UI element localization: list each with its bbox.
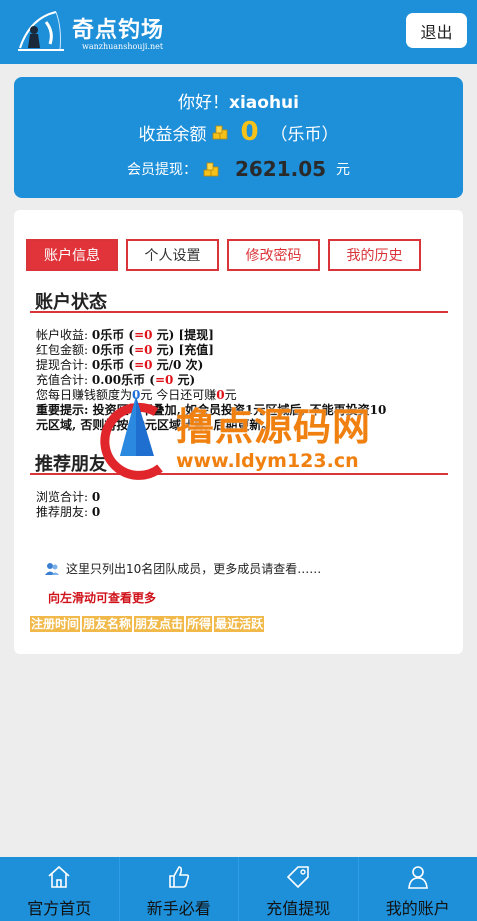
balance-value: 0 [240, 117, 259, 147]
stat-recharge-total: 充值合计: 0.00乐币 (=0 元) [36, 373, 196, 387]
bottom-nav: 官方首页 新手必看 充值提现 我的账户 [0, 857, 477, 921]
team-note: 这里只列出10名团队成员，更多成员请查看…… [44, 560, 321, 577]
nav-beginner-guide[interactable]: 新手必看 [120, 857, 239, 921]
nav-label: 充值提现 [266, 899, 331, 918]
tag-icon [287, 866, 310, 889]
balance-label: 收益余额 [138, 124, 207, 145]
section-divider [30, 473, 448, 475]
site-logo[interactable]: 奇点钓场 wanzhuanshouji.net [16, 8, 166, 58]
stat-account-earnings: 帐户收益: 0乐币 (=0 元) [提现] [36, 328, 214, 342]
nav-recharge-withdraw[interactable]: 充值提现 [239, 857, 359, 921]
user-icon [407, 866, 428, 889]
team-note-text: 这里只列出10名团队成员，更多成员请查看…… [66, 562, 322, 576]
tab-personal-settings[interactable]: 个人设置 [126, 239, 219, 271]
nav-label: 官方首页 [27, 899, 92, 918]
home-icon [48, 865, 70, 888]
swipe-hint: 向左滑动可查看更多 [48, 591, 157, 605]
nav-label: 我的账户 [385, 899, 450, 918]
tab-my-history[interactable]: 我的历史 [328, 239, 421, 271]
table-header-last-active[interactable]: 最近活跃 [214, 616, 265, 632]
stat-red-packet: 红包金额: 0乐币 (=0 元) [充值] [36, 343, 214, 357]
important-notice-line2: 元区域, 否则将按10元区域计算, 后期更新。 [36, 418, 274, 432]
account-main-card: 账户信息 个人设置 修改密码 我的历史 账户状态 帐户收益: 0乐币 (=0 元… [14, 210, 463, 654]
balance-row: 收益余额 0 （乐币） [14, 117, 463, 147]
username: xiaohui [229, 93, 299, 113]
tab-change-password[interactable]: 修改密码 [227, 239, 320, 271]
greeting: 你好！xiaohui [14, 88, 463, 113]
stat-daily-quota: 您每日赚钱额度为0元 今日还可赚0元 [36, 388, 237, 402]
logout-button[interactable]: 退出 [406, 13, 467, 48]
logo-text: 奇点钓场 [72, 17, 165, 43]
nav-label: 新手必看 [146, 899, 211, 918]
nav-my-account[interactable]: 我的账户 [359, 857, 477, 921]
coin-stack-icon [203, 162, 219, 177]
table-header-friend-clicks[interactable]: 朋友点击 [134, 616, 185, 632]
important-notice-line1: 重要提示: 投资区域不叠加, 如会员投资1元区域后, 不能再投资10 [36, 403, 387, 417]
stat-withdraw-total: 提现合计: 0乐币 (=0 元/0 次) [36, 358, 204, 372]
stat-recommended-friends: 推荐朋友: 0 [36, 505, 101, 519]
table-header-friend-name[interactable]: 朋友名称 [82, 616, 133, 632]
section-divider [30, 311, 448, 313]
withdraw-unit: 元 [336, 162, 351, 178]
users-icon [45, 562, 59, 575]
coin-stack-icon [213, 125, 228, 140]
withdraw-value: 2621.05 [234, 157, 327, 181]
logo-subtitle: wanzhuanshouji.net [82, 42, 164, 51]
nav-home[interactable]: 官方首页 [0, 857, 120, 921]
greeting-text: 你好！ [178, 93, 229, 113]
tab-account-info[interactable]: 账户信息 [26, 239, 118, 271]
withdraw-label: 会员提现： [126, 162, 197, 178]
table-header-earnings[interactable]: 所得 [186, 616, 213, 632]
table-header-register-time[interactable]: 注册时间 [30, 616, 81, 632]
team-table-header: 注册时间 朋友名称 朋友点击 所得 最近活跃 [30, 616, 265, 632]
withdraw-row: 会员提现： 2621.05 元 [14, 157, 463, 181]
balance-unit: （乐币） [270, 124, 339, 145]
fisherman-logo-icon [18, 11, 64, 51]
top-header: 奇点钓场 wanzhuanshouji.net 退出 [0, 0, 477, 64]
stat-views-total: 浏览合计: 0 [36, 490, 101, 504]
thumbs-up-icon [168, 866, 189, 888]
balance-summary-card: 你好！xiaohui 收益余额 0 （乐币） 会员提现： 2621.05 元 [14, 77, 463, 198]
